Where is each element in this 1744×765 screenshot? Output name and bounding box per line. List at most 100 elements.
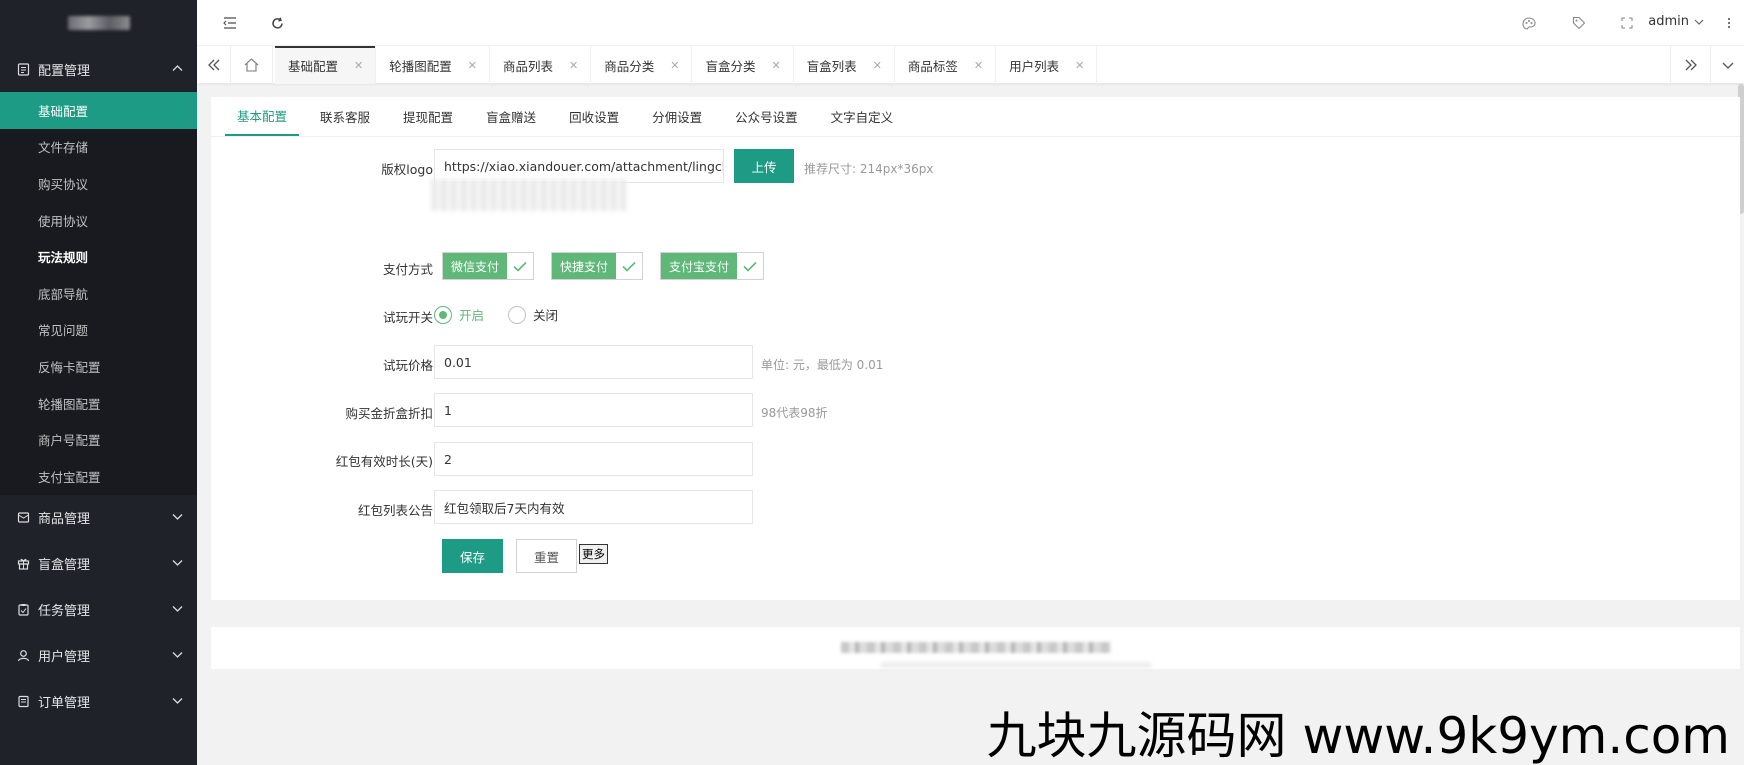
nav-group-label: 用户管理: [38, 650, 91, 666]
pay-quick-checkbox[interactable]: 快捷支付: [551, 252, 644, 280]
subtab-blindbox-gift[interactable]: 盲盒赠送: [474, 96, 548, 136]
order-icon: [16, 695, 30, 709]
logo-url-input[interactable]: https://xiao.xiandouer.com/attachment/li…: [434, 149, 724, 183]
nav-group-task[interactable]: 任务管理: [0, 587, 197, 633]
pay-method-label: 支付方式: [382, 262, 433, 277]
more-vertical-icon[interactable]: [1720, 14, 1738, 32]
sidebar-item-faq[interactable]: 常见问题: [0, 312, 197, 349]
nav-group-label: 盲盒管理: [38, 558, 91, 574]
tag-icon[interactable]: [1570, 14, 1588, 32]
save-button[interactable]: 保存: [442, 539, 503, 573]
footer-copyright-blurred: [841, 642, 1111, 653]
tab-blindbox-list[interactable]: 盲盒列表 ✕: [794, 46, 895, 84]
pay-alipay-checkbox[interactable]: 支付宝支付: [660, 252, 765, 280]
pay-wechat-checkbox[interactable]: 微信支付: [442, 252, 535, 280]
top-header: admin: [197, 0, 1744, 46]
radio-unchecked-icon: [508, 305, 526, 324]
sidebar: 配置管理 基础配置 文件存储 购买协议 使用协议 玩法规则 底部导航 常见问题 …: [0, 0, 197, 765]
tab-label: 盲盒列表: [806, 58, 857, 74]
subtab-custom-text[interactable]: 文字自定义: [819, 96, 906, 136]
user-menu[interactable]: admin: [1648, 14, 1704, 29]
sidebar-item-play-rules[interactable]: 玩法规则: [0, 238, 197, 275]
page-tabs: 基础配置 ✕ 轮播图配置 ✕ 商品列表 ✕ 商品分类 ✕ 盲盒分类 ✕ 盲盒列表 ✕ 商品标…: [275, 46, 1098, 84]
logo-size-hint: 推荐尺寸: 214px*36px: [804, 162, 934, 176]
close-icon[interactable]: ✕: [1075, 59, 1084, 72]
close-icon[interactable]: ✕: [569, 59, 578, 72]
discount-label: 购买金折盒折扣: [345, 406, 433, 421]
home-icon[interactable]: [231, 46, 273, 84]
tab-label: 用户列表: [1009, 58, 1060, 74]
user-icon: [16, 649, 30, 663]
radio-label: 开启: [459, 308, 485, 323]
refresh-icon[interactable]: [268, 14, 286, 32]
subtab-withdraw[interactable]: 提现配置: [391, 96, 465, 136]
sidebar-item-file-storage[interactable]: 文件存储: [0, 129, 197, 166]
discount-input[interactable]: 1: [434, 393, 753, 427]
footer-card: [211, 627, 1740, 669]
tab-goods-tags[interactable]: 商品标签 ✕: [895, 46, 997, 84]
check-icon: [737, 253, 764, 279]
nav-group-label: 商品管理: [38, 512, 91, 528]
tabs-scroll-left-icon[interactable]: [197, 46, 231, 84]
nav-group-order[interactable]: 订单管理: [0, 679, 197, 725]
trial-off-radio[interactable]: 关闭: [508, 305, 558, 324]
tab-blindbox-category[interactable]: 盲盒分类 ✕: [692, 46, 794, 84]
checkbox-label: 微信支付: [443, 253, 508, 279]
tab-goods-list[interactable]: 商品列表 ✕: [490, 46, 592, 84]
sidebar-item-bottom-nav[interactable]: 底部导航: [0, 275, 197, 312]
logo: [0, 0, 197, 46]
close-icon[interactable]: ✕: [354, 59, 363, 72]
fullscreen-icon[interactable]: [1618, 14, 1636, 32]
sidebar-item-usage-agreement[interactable]: 使用协议: [0, 202, 197, 239]
tab-label: 商品标签: [907, 58, 958, 74]
tab-label: 轮播图配置: [389, 58, 452, 74]
tabs-menu-chevron-down-icon[interactable]: [1710, 46, 1744, 84]
subtab-customer-service[interactable]: 联系客服: [308, 96, 382, 136]
logo-label: 版权logo: [381, 162, 433, 177]
tab-goods-category[interactable]: 商品分类 ✕: [591, 46, 693, 84]
nav-group-blindbox[interactable]: 盲盒管理: [0, 541, 197, 587]
redpack-days-input[interactable]: 2: [434, 442, 753, 476]
subtab-recycle[interactable]: 回收设置: [557, 96, 631, 136]
tab-user-list[interactable]: 用户列表 ✕: [996, 46, 1098, 84]
tab-carousel-config[interactable]: 轮播图配置 ✕: [376, 46, 490, 84]
trial-price-input[interactable]: 0.01: [434, 345, 753, 379]
subtab-commission[interactable]: 分佣设置: [640, 96, 714, 136]
close-icon[interactable]: ✕: [771, 59, 780, 72]
sidebar-item-carousel[interactable]: 轮播图配置: [0, 385, 197, 422]
redpack-notice-label: 红包列表公告: [357, 503, 433, 518]
chevron-down-icon: [172, 604, 183, 615]
tab-basic-config[interactable]: 基础配置 ✕: [275, 46, 377, 84]
subtab-official-account[interactable]: 公众号设置: [723, 96, 810, 136]
upload-button[interactable]: 上传: [734, 149, 794, 183]
close-icon[interactable]: ✕: [670, 59, 679, 72]
sidebar-item-merchant[interactable]: 商户号配置: [0, 421, 197, 458]
menu-fold-icon[interactable]: [221, 14, 239, 32]
checkbox-label: 快捷支付: [552, 253, 617, 279]
nav-group-user[interactable]: 用户管理: [0, 633, 197, 679]
nav-group-goods[interactable]: 商品管理: [0, 495, 197, 541]
chevron-down-icon: [172, 512, 183, 523]
page-tabs-bar: 基础配置 ✕ 轮播图配置 ✕ 商品列表 ✕ 商品分类 ✕ 盲盒分类 ✕ 盲盒列表 ✕ 商品标…: [197, 46, 1744, 84]
sidebar-item-alipay[interactable]: 支付宝配置: [0, 458, 197, 495]
reset-button[interactable]: 重置: [516, 539, 577, 573]
theme-icon[interactable]: [1520, 14, 1538, 32]
check-icon: [507, 253, 534, 279]
close-icon[interactable]: ✕: [873, 59, 882, 72]
nav-group-label: 订单管理: [38, 696, 91, 712]
radio-label: 关闭: [533, 308, 559, 323]
sidebar-item-basic-config[interactable]: 基础配置: [0, 92, 197, 129]
sidebar-item-regret-card[interactable]: 反悔卡配置: [0, 348, 197, 385]
trial-switch-label: 试玩开关: [382, 310, 433, 325]
tabs-scroll-right-icon[interactable]: [1670, 46, 1710, 84]
close-icon[interactable]: ✕: [974, 59, 983, 72]
subtab-basic[interactable]: 基本配置: [225, 96, 300, 136]
tab-label: 商品列表: [502, 58, 553, 74]
close-icon[interactable]: ✕: [468, 59, 477, 72]
watermark-text: 九块九源码网 www.9k9ym.com: [986, 707, 1730, 765]
trial-on-radio[interactable]: 开启: [434, 305, 484, 324]
nav-group-config[interactable]: 配置管理: [0, 46, 197, 92]
sidebar-item-purchase-agreement[interactable]: 购买协议: [0, 165, 197, 202]
redpack-notice-input[interactable]: 红包领取后7天内有效: [434, 490, 753, 524]
more-button[interactable]: 更多: [579, 544, 608, 564]
